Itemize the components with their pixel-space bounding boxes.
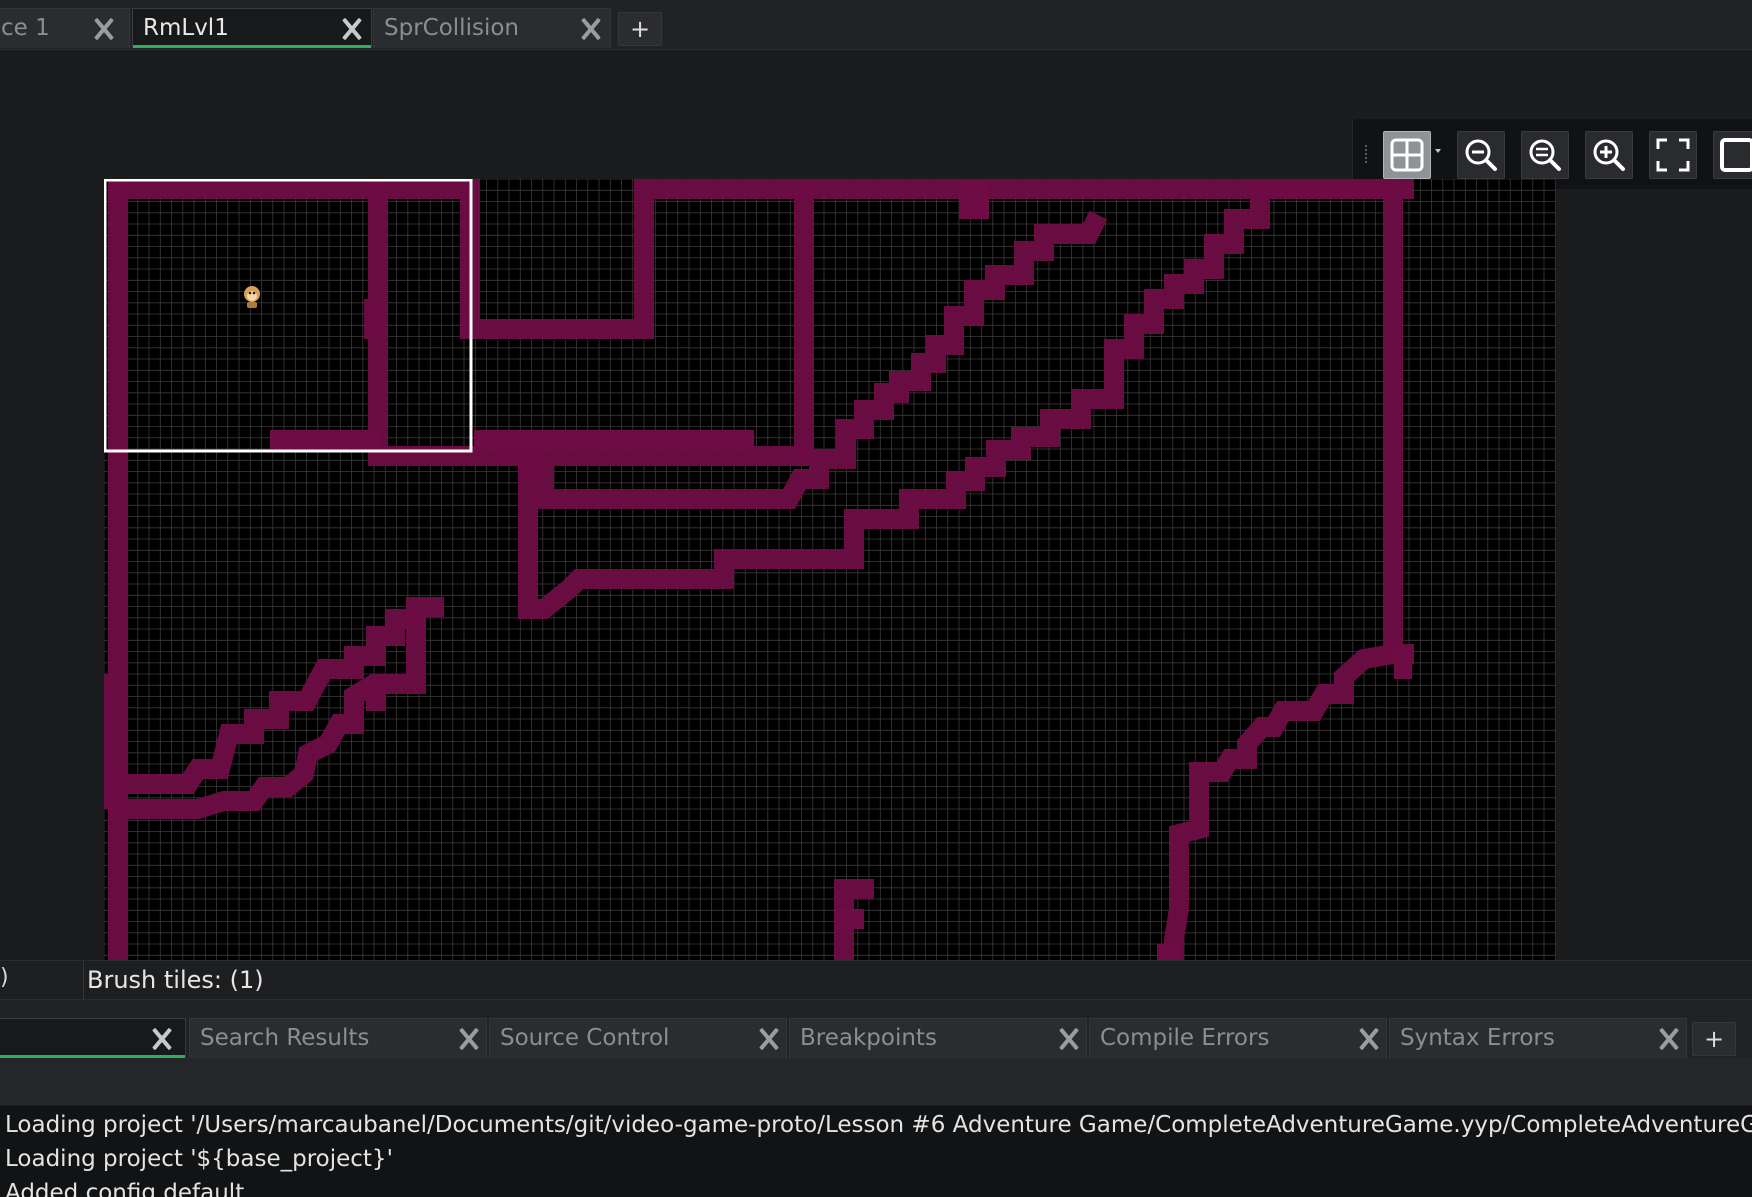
tab-label: RmLvl1 <box>143 15 229 41</box>
tab-breakpoints[interactable]: Breakpoints <box>789 1018 1087 1058</box>
monkey-body <box>247 302 257 308</box>
status-bar: ) Brush tiles: (1) <box>0 960 1752 1001</box>
status-fragment: ) <box>0 965 9 990</box>
zoom-reset-button[interactable] <box>1521 131 1569 179</box>
tab-output[interactable] <box>0 1018 186 1058</box>
output-line: Loading project '${base_project}' <box>5 1146 393 1172</box>
output-line: Added config default <box>5 1180 245 1197</box>
wall-tile-block <box>959 179 989 219</box>
tab-label: Compile Errors <box>1100 1025 1270 1051</box>
room-editor <box>0 50 1752 1005</box>
tab-compile-errors[interactable]: Compile Errors <box>1089 1018 1387 1058</box>
wall-tile-block <box>1394 649 1412 679</box>
tab-syntax-errors[interactable]: Syntax Errors <box>1389 1018 1687 1058</box>
close-icon[interactable] <box>339 16 365 42</box>
close-icon[interactable] <box>91 16 117 42</box>
output-line: Loading project '/Users/marcaubanel/Docu… <box>5 1112 1752 1138</box>
tab-label: SprCollision <box>384 15 519 41</box>
close-icon[interactable] <box>578 16 604 42</box>
view-frame-button[interactable] <box>1713 131 1752 179</box>
close-icon[interactable] <box>1356 1026 1382 1052</box>
wall-tile-block <box>270 430 380 450</box>
monkey-face <box>247 291 257 301</box>
chevron-down-icon[interactable] <box>1435 149 1441 153</box>
tab-label: Breakpoints <box>800 1025 937 1051</box>
close-icon[interactable] <box>456 1026 482 1052</box>
document-tab-bar: ce 1 RmLvl1 SprCollision + <box>0 0 1752 50</box>
tab-sprcollision[interactable]: SprCollision <box>373 8 611 48</box>
zoom-out-button[interactable] <box>1457 131 1505 179</box>
tab-label: Source Control <box>500 1025 670 1051</box>
grid-toggle-button[interactable] <box>1383 131 1431 179</box>
tab-search-results[interactable]: Search Results <box>189 1018 487 1058</box>
status-divider <box>83 961 84 1001</box>
zoom-in-button[interactable] <box>1585 131 1633 179</box>
fit-screen-button[interactable] <box>1649 131 1697 179</box>
tab-room-1[interactable]: ce 1 <box>0 8 130 48</box>
room-tilemap[interactable] <box>104 179 1556 1005</box>
wall-tile-block <box>474 430 754 450</box>
add-tab-button[interactable]: + <box>1692 1022 1736 1056</box>
fullscreen-icon <box>1656 138 1690 172</box>
add-tab-button[interactable]: + <box>618 12 662 46</box>
tab-label: ce 1 <box>1 15 50 41</box>
zoom-out-icon <box>1465 139 1497 171</box>
monkey-eye <box>252 291 256 295</box>
toolbar-grip[interactable] <box>1365 145 1369 163</box>
monkey-eye <box>248 291 252 295</box>
brush-tiles-label: Brush tiles: (1) <box>87 966 264 994</box>
tab-rmlvl1[interactable]: RmLvl1 <box>132 8 372 48</box>
close-icon[interactable] <box>1056 1026 1082 1052</box>
square-icon <box>1720 138 1752 172</box>
close-icon[interactable] <box>1656 1026 1682 1052</box>
close-icon[interactable] <box>756 1026 782 1052</box>
output-console[interactable]: Loading project '/Users/marcaubanel/Docu… <box>0 1106 1752 1197</box>
tab-label: Search Results <box>200 1025 370 1051</box>
wall-tile-block <box>834 909 864 929</box>
grid-icon <box>1390 138 1424 172</box>
output-tab-bar: Search Results Source Control Breakpoint… <box>0 1000 1752 1060</box>
zoom-in-icon <box>1593 139 1625 171</box>
close-icon[interactable] <box>149 1026 175 1052</box>
tab-source-control[interactable]: Source Control <box>489 1018 787 1058</box>
room-canvas[interactable] <box>104 179 1556 1005</box>
zoom-reset-icon <box>1529 139 1561 171</box>
tab-label: Syntax Errors <box>1400 1025 1555 1051</box>
output-toolbar <box>0 1058 1752 1106</box>
